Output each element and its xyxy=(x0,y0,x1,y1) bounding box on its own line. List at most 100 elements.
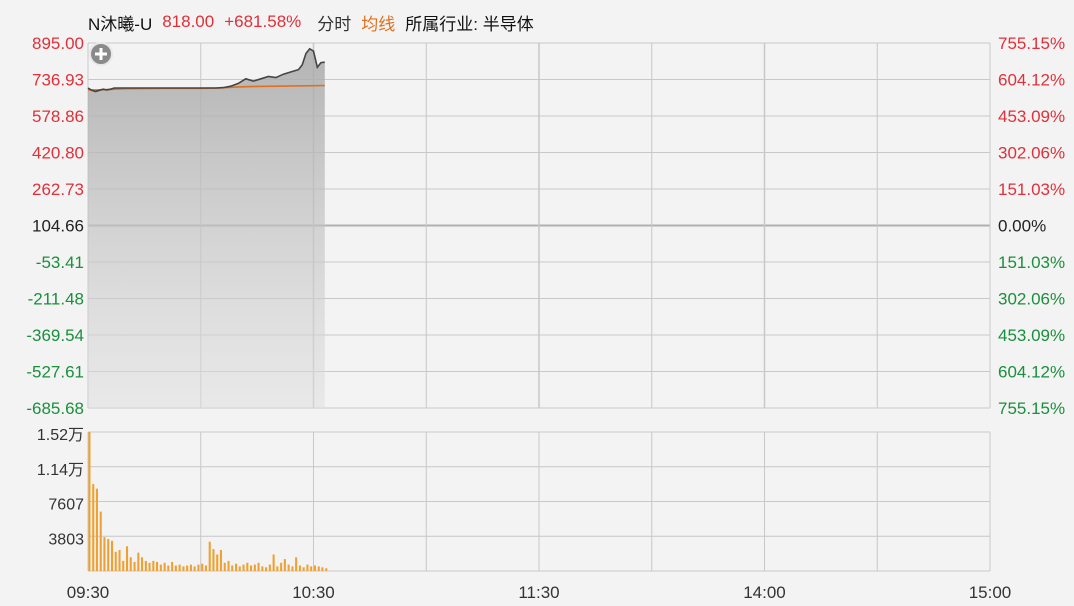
volume-bar xyxy=(118,550,121,571)
volume-bar xyxy=(103,537,106,571)
volume-bar xyxy=(216,554,219,571)
volume-bar xyxy=(111,540,114,571)
volume-tick-label: 1.14万 xyxy=(37,462,84,479)
volume-bar xyxy=(291,566,294,571)
volume-bar xyxy=(265,567,268,571)
volume-bar xyxy=(325,568,328,571)
volume-bar xyxy=(231,565,234,571)
right-tick-label: 604.12% xyxy=(998,71,1065,90)
volume-bar xyxy=(212,549,215,571)
volume-bar xyxy=(268,564,271,571)
right-tick-label: 302.06% xyxy=(998,144,1065,163)
volume-bar xyxy=(261,566,264,571)
time-tick-label: 11:30 xyxy=(518,583,559,602)
left-tick-label: -53.41 xyxy=(36,253,84,272)
volume-bar xyxy=(204,565,207,571)
volume-bar xyxy=(201,563,204,571)
volume-bar xyxy=(287,564,290,571)
volume-bar xyxy=(144,560,147,571)
volume-bar xyxy=(88,432,91,571)
right-tick-label: 755.15% xyxy=(998,34,1065,53)
volume-bar xyxy=(107,539,110,571)
volume-bar xyxy=(122,560,125,571)
right-tick-label: 151.03% xyxy=(998,253,1065,272)
left-tick-label: 420.80 xyxy=(32,144,84,163)
volume-bar xyxy=(321,567,324,571)
volume-bar xyxy=(137,552,140,571)
time-tick-label: 10:30 xyxy=(292,583,335,602)
volume-bar xyxy=(99,511,102,571)
right-tick-label: 151.03% xyxy=(998,180,1065,199)
time-axis-labels: 09:30 10:30 11:30 14:00 15:00 xyxy=(67,583,1012,602)
volume-bar xyxy=(250,565,253,571)
volume-bar xyxy=(310,566,313,571)
time-tick-label: 14:00 xyxy=(743,583,786,602)
right-axis-labels: 755.15% 604.12% 453.09% 302.06% 151.03% 0.00%… xyxy=(998,34,1065,418)
right-tick-label: 302.06% xyxy=(998,290,1065,309)
volume-bar xyxy=(313,565,316,571)
left-tick-label: -527.61 xyxy=(26,363,84,382)
intraday-chart: 895.00 736.93 578.86 420.80 262.73 104.66 -53.… xyxy=(26,34,1065,602)
volume-bar xyxy=(152,560,155,571)
volume-bar xyxy=(133,561,136,571)
volume-bar xyxy=(174,565,177,571)
zoom-in-icon[interactable] xyxy=(89,42,113,66)
volume-axis-labels: 1.52万 1.14万 7607 3803 xyxy=(37,427,84,548)
price-area xyxy=(88,48,325,409)
left-tick-label: -685.68 xyxy=(26,399,84,418)
volume-bar xyxy=(193,566,196,571)
volume-bar xyxy=(189,564,192,571)
volume-bar xyxy=(167,565,170,571)
left-tick-label: 104.66 xyxy=(32,217,84,236)
left-tick-label: -211.48 xyxy=(28,290,84,309)
volume-grid xyxy=(87,431,991,572)
volume-bar xyxy=(156,561,159,571)
right-tick-label: 755.15% xyxy=(998,399,1065,418)
right-tick-label: 453.09% xyxy=(998,107,1065,126)
time-tick-label: 09:30 xyxy=(67,583,110,602)
volume-bar xyxy=(242,564,245,571)
volume-bar xyxy=(235,563,238,571)
left-tick-label: 262.73 xyxy=(32,180,84,199)
volume-bar xyxy=(126,546,129,571)
volume-bar xyxy=(317,566,320,571)
volume-bar xyxy=(298,565,301,571)
volume-bar xyxy=(182,566,185,571)
time-tick-label: 15:00 xyxy=(969,583,1012,602)
volume-bar xyxy=(238,566,241,571)
volume-bar xyxy=(227,560,230,571)
volume-bar xyxy=(159,564,162,571)
volume-bar xyxy=(197,564,200,571)
volume-bar xyxy=(95,488,98,571)
volume-bar xyxy=(283,559,286,571)
left-tick-label: -369.54 xyxy=(26,326,84,345)
volume-bar xyxy=(276,566,279,571)
right-tick-label: 453.09% xyxy=(998,326,1065,345)
volume-bar xyxy=(223,562,226,571)
volume-tick-label: 3803 xyxy=(48,531,84,548)
left-tick-label: 895.00 xyxy=(32,34,84,53)
volume-bar xyxy=(257,562,260,571)
volume-bar xyxy=(92,484,95,571)
volume-bar xyxy=(186,565,189,571)
right-tick-label: 604.12% xyxy=(998,363,1065,382)
left-tick-label: 578.86 xyxy=(32,107,84,126)
volume-bar xyxy=(253,564,256,571)
volume-bar xyxy=(178,564,181,571)
right-tick-label: 0.00% xyxy=(998,217,1046,236)
volume-tick-label: 7607 xyxy=(48,497,84,514)
volume-bar xyxy=(148,562,151,571)
volume-tick-label: 1.52万 xyxy=(37,427,84,444)
left-tick-label: 736.93 xyxy=(32,71,84,90)
volume-bar xyxy=(272,554,275,571)
volume-bar xyxy=(141,557,144,571)
volume-bar xyxy=(280,562,283,571)
volume-bar xyxy=(114,551,117,571)
volume-bar xyxy=(171,561,174,571)
volume-bar xyxy=(219,550,222,571)
volume-bar xyxy=(163,562,166,571)
volume-bar xyxy=(246,562,249,571)
volume-bar xyxy=(208,541,211,571)
volume-bar xyxy=(306,564,309,571)
volume-bar xyxy=(295,557,298,571)
